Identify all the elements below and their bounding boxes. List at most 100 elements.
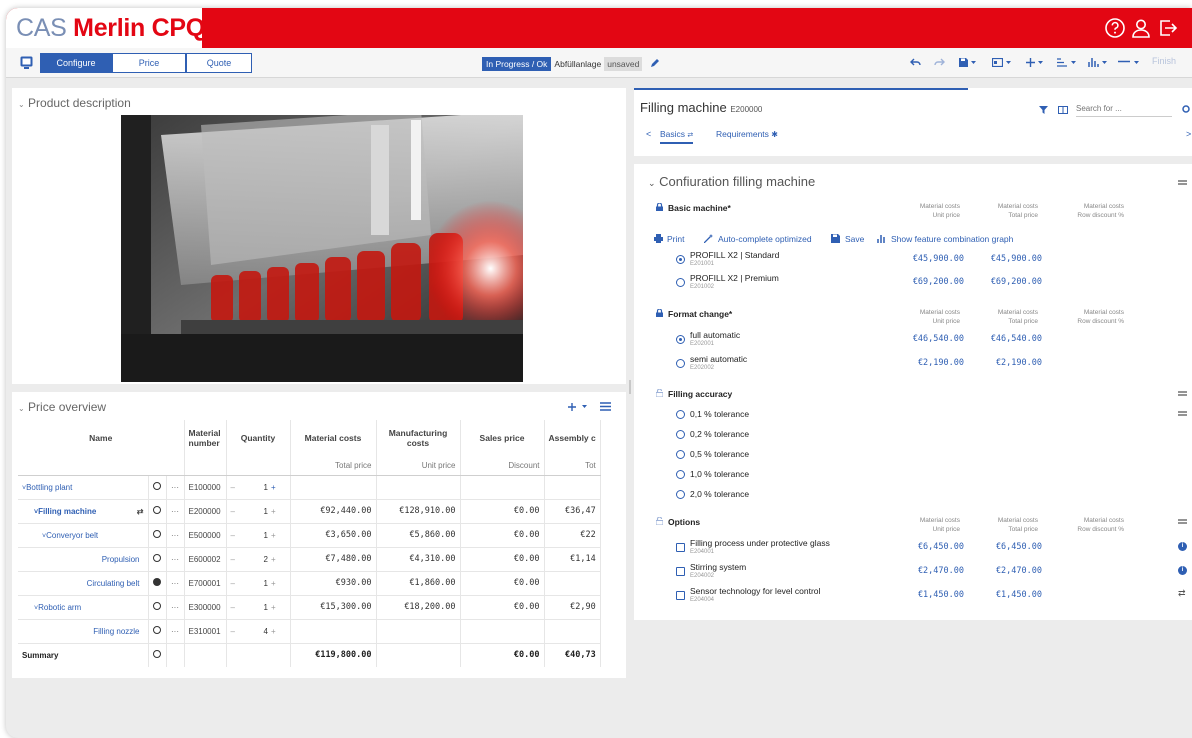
table-row[interactable]: Propulsion ··· E600002–2 + €7,480.00 €4,310.0… [18, 547, 601, 572]
increment-icon[interactable]: + [271, 507, 276, 516]
printer-icon[interactable] [654, 234, 663, 243]
app-logo[interactable]: CAS Merlin CPQ [6, 8, 205, 48]
add-icon[interactable] [1026, 58, 1035, 67]
option-item[interactable]: Stirring system E204002 [690, 562, 746, 579]
swap-icon[interactable] [1178, 410, 1187, 417]
edit-pencil-icon[interactable] [650, 58, 660, 68]
status-circle-icon[interactable] [148, 547, 167, 572]
increment-icon[interactable]: + [271, 555, 276, 564]
row-name[interactable]: Circulating belt [18, 571, 149, 596]
table-row[interactable]: Filling nozzle ··· E310001–4 + [18, 619, 601, 644]
resize-handle[interactable] [629, 380, 631, 394]
accuracy-radio[interactable] [676, 450, 685, 459]
status-circle-icon[interactable] [148, 595, 167, 620]
col-quantity[interactable]: Quantity [226, 420, 291, 456]
table-row[interactable]: ˅Converyor belt ··· E500000–1 + €3,650.00 €5,… [18, 523, 601, 548]
swap-icon[interactable]: ⇄ [1178, 588, 1186, 599]
accuracy-option[interactable]: 0,2 % tolerance [690, 429, 749, 439]
chart-icon[interactable] [1088, 57, 1099, 67]
status-circle-icon[interactable] [148, 499, 167, 524]
finish-button[interactable]: Finish [1152, 56, 1176, 66]
menu-icon[interactable] [600, 402, 611, 411]
format-radio[interactable] [676, 335, 685, 344]
table-row[interactable]: Circulating belt ··· E700001–1 + €930.00 €1,8… [18, 571, 601, 596]
status-circle-icon[interactable] [148, 619, 167, 644]
status-circle-icon[interactable] [148, 475, 167, 500]
accuracy-radio[interactable] [676, 470, 685, 479]
row-quantity[interactable]: –1 + [226, 595, 291, 620]
columns-icon[interactable] [1058, 106, 1068, 114]
row-quantity[interactable]: –2 + [226, 547, 291, 572]
row-menu-icon[interactable]: ··· [166, 547, 185, 572]
status-badge[interactable]: In Progress / Ok [482, 57, 552, 71]
save-button[interactable]: Save [845, 234, 864, 244]
section-title[interactable]: ⌄ Confiuration filling machine [648, 174, 815, 189]
swap-icon[interactable] [1178, 518, 1187, 525]
magic-wand-icon[interactable] [704, 234, 714, 243]
undo-icon[interactable] [910, 58, 921, 67]
status-check-icon[interactable] [148, 571, 167, 596]
chevron-down-icon[interactable] [1006, 61, 1011, 64]
col-assembly[interactable]: Assembly c [544, 420, 601, 456]
sidebar-toggle-icon[interactable] [20, 56, 33, 69]
row-quantity[interactable]: –1 + [226, 523, 291, 548]
row-quantity[interactable]: –1 + [226, 499, 291, 524]
feature-graph-button[interactable]: Show feature combination graph [891, 234, 1013, 244]
row-quantity[interactable]: –4 + [226, 619, 291, 644]
subtab-requirements[interactable]: Requirements ✱ [716, 129, 778, 139]
accuracy-radio[interactable] [676, 490, 685, 499]
status-circle-icon[interactable] [148, 523, 167, 548]
settings-icon[interactable] [1182, 105, 1190, 113]
tab-quote[interactable]: Quote [186, 53, 252, 73]
layout-icon[interactable] [992, 58, 1003, 67]
col-manufacturing-costs[interactable]: Manufacturing costs [376, 420, 461, 456]
info-icon[interactable]: i [1178, 542, 1187, 551]
format-radio[interactable] [676, 359, 685, 368]
accuracy-radio[interactable] [676, 410, 685, 419]
tab-configure[interactable]: Configure [40, 53, 112, 73]
table-row[interactable]: ˅Filling machine ⇄ ··· E200000–1 + €92,440.0… [18, 499, 601, 524]
row-menu-icon[interactable]: ··· [166, 475, 185, 500]
chevron-down-icon[interactable] [1134, 61, 1139, 64]
save-menu-icon[interactable] [958, 57, 969, 68]
row-quantity[interactable]: –1 + [226, 475, 291, 500]
swap-icon[interactable] [1178, 390, 1187, 397]
basic-option[interactable]: PROFILL X2 | Standard E201001 [690, 250, 779, 267]
row-name[interactable]: ˅Bottling plant [18, 475, 149, 500]
accuracy-option[interactable]: 2,0 % tolerance [690, 489, 749, 499]
row-menu-icon[interactable]: ··· [166, 499, 185, 524]
basic-radio[interactable] [676, 255, 685, 264]
increment-icon[interactable]: + [271, 483, 276, 492]
row-name[interactable]: Propulsion [18, 547, 149, 572]
row-menu-icon[interactable]: ··· [166, 571, 185, 596]
more-icon[interactable] [1118, 60, 1130, 63]
col-material-number[interactable]: Material number [184, 420, 227, 456]
col-material-costs[interactable]: Material costs [290, 420, 377, 456]
option-checkbox[interactable] [676, 591, 685, 600]
row-menu-icon[interactable]: ··· [166, 619, 185, 644]
option-checkbox[interactable] [676, 567, 685, 576]
format-option[interactable]: semi automatic E202002 [690, 354, 747, 371]
table-row[interactable]: ˅Robotic arm ··· E300000–1 + €15,300.00 €18,2… [18, 595, 601, 620]
row-name[interactable]: ˅Filling machine ⇄ [18, 499, 149, 524]
subtab-prev[interactable]: < [646, 129, 651, 139]
swap-icon[interactable]: ⇄ [137, 507, 144, 516]
table-row[interactable]: ˅Bottling plant ··· E100000–1 + [18, 475, 601, 500]
accuracy-option[interactable]: 1,0 % tolerance [690, 469, 749, 479]
help-icon[interactable] [1104, 17, 1126, 39]
row-menu-icon[interactable]: ··· [166, 523, 185, 548]
row-name[interactable]: Filling nozzle [18, 619, 149, 644]
option-item[interactable]: Filling process under protective glass E2… [690, 538, 830, 555]
chevron-down-icon[interactable] [1071, 61, 1076, 64]
save-icon[interactable] [831, 234, 840, 243]
increment-icon[interactable]: + [271, 603, 276, 612]
subtab-basics[interactable]: Basics ⇄ [660, 129, 694, 144]
price-overview-header[interactable]: ⌄ Price overview [18, 400, 106, 414]
auto-complete-button[interactable]: Auto-complete optimized [718, 234, 812, 244]
print-button[interactable]: Print [667, 234, 684, 244]
row-name[interactable]: ˅Converyor belt [18, 523, 149, 548]
redo-icon[interactable] [934, 58, 945, 67]
basic-option[interactable]: PROFILL X2 | Premium E201002 [690, 273, 779, 290]
format-option[interactable]: full automatic E202001 [690, 330, 740, 347]
accuracy-radio[interactable] [676, 430, 685, 439]
